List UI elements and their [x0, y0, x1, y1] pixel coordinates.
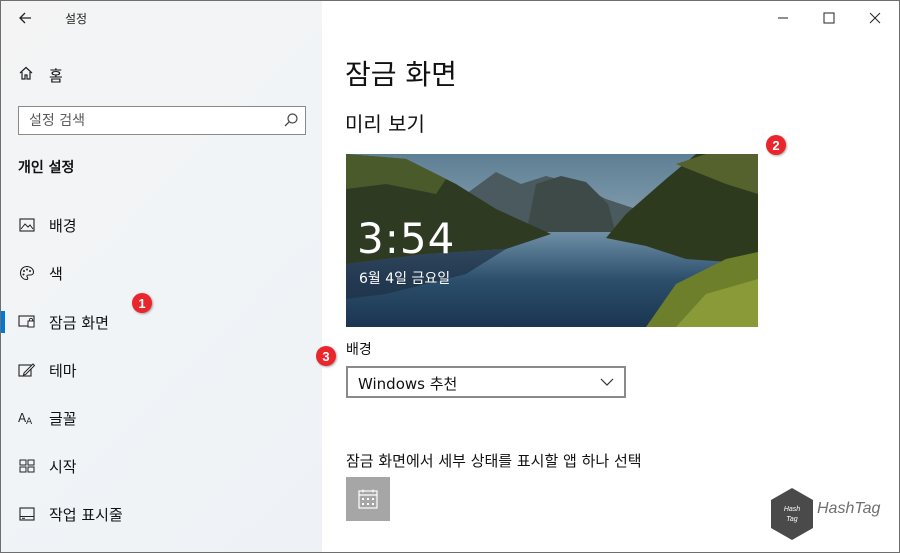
annotation-badge-2: 2 — [766, 135, 786, 155]
lock-screen-preview: 3:54 6월 4일 금요일 — [346, 154, 758, 327]
sidebar-item-label: 글꼴 — [49, 409, 77, 428]
sidebar: 설정 홈 개인 설정 배경 색 — [1, 1, 322, 552]
lock-screen-icon — [18, 313, 36, 331]
preview-time: 3:54 — [357, 214, 456, 263]
sidebar-item-color[interactable]: 색 — [1, 253, 322, 293]
back-button[interactable] — [13, 7, 37, 29]
sidebar-item-fonts[interactable]: AA 글꼴 — [1, 398, 322, 438]
section-title: 개인 설정 — [18, 160, 75, 176]
watermark-text: HashTag — [817, 500, 881, 517]
close-button[interactable] — [852, 1, 898, 35]
sidebar-item-lock-screen[interactable]: 잠금 화면 — [1, 302, 322, 342]
svg-text:Hash: Hash — [784, 506, 800, 513]
home-button[interactable]: 홈 — [17, 63, 63, 87]
home-label: 홈 — [49, 66, 63, 85]
minimize-button[interactable] — [760, 1, 806, 35]
background-dropdown-value: Windows 추천 — [358, 375, 458, 393]
sidebar-item-label: 시작 — [49, 457, 77, 476]
sidebar-item-label: 테마 — [49, 361, 77, 380]
maximize-icon — [823, 12, 835, 24]
settings-window: 설정 홈 개인 설정 배경 색 — [0, 0, 900, 553]
titlebar-left: 설정 — [1, 1, 322, 35]
annotation-badge-1: 1 — [132, 293, 152, 313]
annotation-badge-3: 3 — [316, 346, 336, 366]
chevron-down-icon — [600, 378, 614, 386]
font-icon: AA — [18, 409, 36, 427]
status-app-tile[interactable] — [346, 477, 390, 521]
preview-date: 6월 4일 금요일 — [359, 271, 451, 287]
search-box[interactable] — [18, 106, 306, 135]
sidebar-item-start[interactable]: 시작 — [1, 446, 322, 486]
svg-text:Tag: Tag — [786, 516, 798, 523]
status-app-label: 잠금 화면에서 세부 상태를 표시할 앱 하나 선택 — [346, 452, 642, 470]
search-input[interactable] — [19, 107, 269, 134]
close-icon — [869, 12, 881, 24]
sidebar-item-theme[interactable]: 테마 — [1, 350, 322, 390]
sidebar-item-taskbar[interactable]: 작업 표시줄 — [1, 494, 322, 534]
sidebar-item-label: 색 — [49, 264, 63, 283]
main-content: 잠금 화면 미리 보기 3:54 6월 4일 금요일 배경 Windows 추천… — [322, 1, 899, 552]
maximize-button[interactable] — [806, 1, 852, 35]
sidebar-item-label: 잠금 화면 — [49, 313, 109, 332]
home-icon — [17, 65, 35, 85]
palette-icon — [18, 264, 36, 282]
hashtag-logo: Hash Tag — [771, 488, 813, 540]
selection-indicator — [1, 311, 5, 333]
page-title: 잠금 화면 — [345, 58, 457, 91]
app-title: 설정 — [65, 12, 88, 26]
start-icon — [18, 457, 36, 475]
hashtag-watermark: Hash Tag HashTag — [769, 486, 887, 542]
background-dropdown[interactable]: Windows 추천 — [346, 366, 626, 398]
sidebar-item-background[interactable]: 배경 — [1, 205, 322, 245]
theme-icon — [18, 361, 36, 379]
image-icon — [18, 216, 36, 234]
search-icon[interactable] — [283, 112, 299, 128]
calendar-icon — [358, 489, 378, 509]
preview-title: 미리 보기 — [345, 112, 425, 136]
minimize-icon — [778, 17, 788, 19]
taskbar-icon — [18, 505, 36, 523]
sidebar-item-label: 작업 표시줄 — [49, 505, 123, 524]
svg-text:A: A — [26, 417, 33, 425]
background-label: 배경 — [346, 342, 372, 358]
back-arrow-icon — [19, 12, 31, 24]
sidebar-item-label: 배경 — [49, 216, 77, 235]
